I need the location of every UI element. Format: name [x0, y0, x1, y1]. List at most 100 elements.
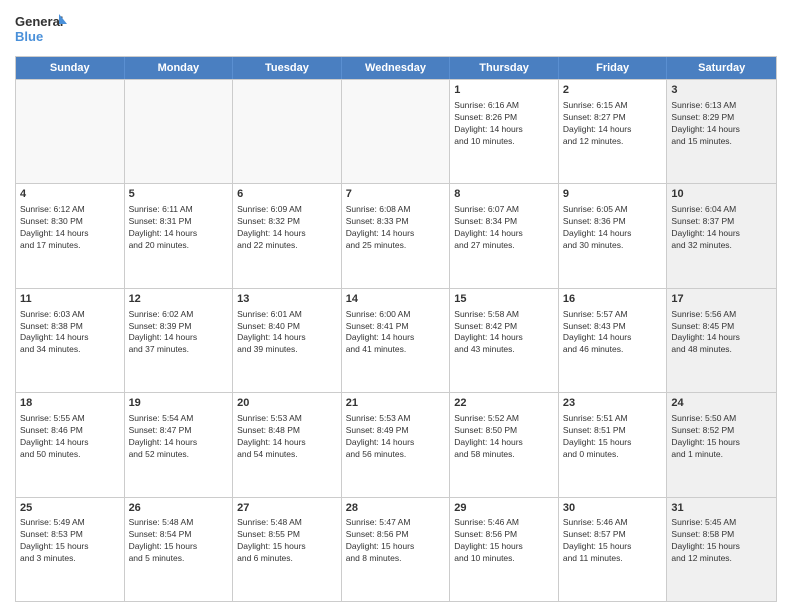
cell-info: Sunrise: 6:12 AM Sunset: 8:30 PM Dayligh… [20, 204, 120, 252]
calendar-cell: 15Sunrise: 5:58 AM Sunset: 8:42 PM Dayli… [450, 289, 559, 392]
day-headers: SundayMondayTuesdayWednesdayThursdayFrid… [16, 57, 776, 79]
calendar-cell: 26Sunrise: 5:48 AM Sunset: 8:54 PM Dayli… [125, 498, 234, 601]
page: General Blue SundayMondayTuesdayWednesda… [0, 0, 792, 612]
calendar-cell: 8Sunrise: 6:07 AM Sunset: 8:34 PM Daylig… [450, 184, 559, 287]
cell-info: Sunrise: 6:05 AM Sunset: 8:36 PM Dayligh… [563, 204, 663, 252]
cell-date: 26 [129, 501, 229, 516]
cell-info: Sunrise: 6:02 AM Sunset: 8:39 PM Dayligh… [129, 309, 229, 357]
cell-info: Sunrise: 6:08 AM Sunset: 8:33 PM Dayligh… [346, 204, 446, 252]
cell-date: 11 [20, 292, 120, 307]
calendar-cell: 1 Sunrise: 6:16 AM Sunset: 8:26 PM Daylig… [450, 80, 559, 183]
cell-info: Sunrise: 5:47 AM Sunset: 8:56 PM Dayligh… [346, 517, 446, 565]
cell-info: Sunrise: 6:01 AM Sunset: 8:40 PM Dayligh… [237, 309, 337, 357]
calendar-cell [125, 80, 234, 183]
week-row-3: 11 Sunrise: 6:03 AM Sunset: 8:38 PM Dayli… [16, 288, 776, 392]
cell-date: 7 [346, 187, 446, 202]
cell-info: Sunrise: 6:16 AM Sunset: 8:26 PM Dayligh… [454, 100, 554, 148]
calendar-cell: 3 Sunrise: 6:13 AM Sunset: 8:29 PM Daylig… [667, 80, 776, 183]
cell-date: 15 [454, 292, 554, 307]
weeks-container: 1 Sunrise: 6:16 AM Sunset: 8:26 PM Daylig… [16, 79, 776, 601]
cell-date: 2 [563, 83, 663, 98]
cell-date: 30 [563, 501, 663, 516]
logo: General Blue [15, 10, 67, 48]
calendar-cell: 29Sunrise: 5:46 AM Sunset: 8:56 PM Dayli… [450, 498, 559, 601]
calendar-cell: 31Sunrise: 5:45 AM Sunset: 8:58 PM Dayli… [667, 498, 776, 601]
cell-info: Sunrise: 6:00 AM Sunset: 8:41 PM Dayligh… [346, 309, 446, 357]
cell-date: 21 [346, 396, 446, 411]
cell-info: Sunrise: 6:11 AM Sunset: 8:31 PM Dayligh… [129, 204, 229, 252]
calendar-cell: 17 Sunrise: 5:56 AM Sunset: 8:45 PM Dayli… [667, 289, 776, 392]
cell-info: Sunrise: 5:48 AM Sunset: 8:54 PM Dayligh… [129, 517, 229, 565]
cell-date: 12 [129, 292, 229, 307]
calendar-cell: 20 Sunrise: 5:53 AM Sunset: 8:48 PM Dayli… [233, 393, 342, 496]
day-header-friday: Friday [559, 57, 668, 79]
header: General Blue [15, 10, 777, 48]
cell-info: Sunrise: 5:45 AM Sunset: 8:58 PM Dayligh… [671, 517, 772, 565]
calendar-cell: 18 Sunrise: 5:55 AM Sunset: 8:46 PM Dayli… [16, 393, 125, 496]
cell-date: 4 [20, 187, 120, 202]
cell-date: 28 [346, 501, 446, 516]
cell-date: 3 [671, 83, 772, 98]
cell-info: Sunrise: 6:09 AM Sunset: 8:32 PM Dayligh… [237, 204, 337, 252]
cell-info: Sunrise: 5:52 AM Sunset: 8:50 PM Dayligh… [454, 413, 554, 461]
cell-date: 9 [563, 187, 663, 202]
calendar-cell: 5 Sunrise: 6:11 AM Sunset: 8:31 PM Daylig… [125, 184, 234, 287]
calendar-cell [342, 80, 451, 183]
cell-info: Sunrise: 5:53 AM Sunset: 8:49 PM Dayligh… [346, 413, 446, 461]
calendar-cell: 24Sunrise: 5:50 AM Sunset: 8:52 PM Dayli… [667, 393, 776, 496]
cell-info: Sunrise: 5:50 AM Sunset: 8:52 PM Dayligh… [671, 413, 772, 461]
week-row-1: 1 Sunrise: 6:16 AM Sunset: 8:26 PM Daylig… [16, 79, 776, 183]
cell-info: Sunrise: 5:57 AM Sunset: 8:43 PM Dayligh… [563, 309, 663, 357]
cell-info: Sunrise: 6:04 AM Sunset: 8:37 PM Dayligh… [671, 204, 772, 252]
cell-info: Sunrise: 5:54 AM Sunset: 8:47 PM Dayligh… [129, 413, 229, 461]
cell-info: Sunrise: 5:49 AM Sunset: 8:53 PM Dayligh… [20, 517, 120, 565]
cell-info: Sunrise: 5:56 AM Sunset: 8:45 PM Dayligh… [671, 309, 772, 357]
cell-date: 18 [20, 396, 120, 411]
day-header-tuesday: Tuesday [233, 57, 342, 79]
cell-date: 22 [454, 396, 554, 411]
calendar-cell: 4 Sunrise: 6:12 AM Sunset: 8:30 PM Daylig… [16, 184, 125, 287]
cell-date: 5 [129, 187, 229, 202]
day-header-thursday: Thursday [450, 57, 559, 79]
calendar-cell: 9 Sunrise: 6:05 AM Sunset: 8:36 PM Daylig… [559, 184, 668, 287]
calendar-cell: 21 Sunrise: 5:53 AM Sunset: 8:49 PM Dayli… [342, 393, 451, 496]
cell-date: 25 [20, 501, 120, 516]
calendar-cell: 16 Sunrise: 5:57 AM Sunset: 8:43 PM Dayli… [559, 289, 668, 392]
cell-date: 1 [454, 83, 554, 98]
cell-date: 27 [237, 501, 337, 516]
day-header-saturday: Saturday [667, 57, 776, 79]
week-row-4: 18 Sunrise: 5:55 AM Sunset: 8:46 PM Dayli… [16, 392, 776, 496]
cell-date: 8 [454, 187, 554, 202]
svg-text:Blue: Blue [15, 29, 43, 44]
cell-info: Sunrise: 5:46 AM Sunset: 8:57 PM Dayligh… [563, 517, 663, 565]
cell-info: Sunrise: 5:53 AM Sunset: 8:48 PM Dayligh… [237, 413, 337, 461]
cell-date: 29 [454, 501, 554, 516]
week-row-2: 4 Sunrise: 6:12 AM Sunset: 8:30 PM Daylig… [16, 183, 776, 287]
calendar-cell: 11 Sunrise: 6:03 AM Sunset: 8:38 PM Dayli… [16, 289, 125, 392]
calendar-cell [16, 80, 125, 183]
calendar-cell: 2 Sunrise: 6:15 AM Sunset: 8:27 PM Daylig… [559, 80, 668, 183]
cell-info: Sunrise: 5:55 AM Sunset: 8:46 PM Dayligh… [20, 413, 120, 461]
cell-info: Sunrise: 6:13 AM Sunset: 8:29 PM Dayligh… [671, 100, 772, 148]
cell-date: 23 [563, 396, 663, 411]
svg-text:General: General [15, 14, 63, 29]
calendar-cell: 19Sunrise: 5:54 AM Sunset: 8:47 PM Dayli… [125, 393, 234, 496]
cell-info: Sunrise: 6:03 AM Sunset: 8:38 PM Dayligh… [20, 309, 120, 357]
cell-date: 17 [671, 292, 772, 307]
day-header-wednesday: Wednesday [342, 57, 451, 79]
cell-info: Sunrise: 5:51 AM Sunset: 8:51 PM Dayligh… [563, 413, 663, 461]
calendar-cell: 25Sunrise: 5:49 AM Sunset: 8:53 PM Dayli… [16, 498, 125, 601]
cell-info: Sunrise: 5:48 AM Sunset: 8:55 PM Dayligh… [237, 517, 337, 565]
logo-svg: General Blue [15, 10, 67, 48]
cell-info: Sunrise: 6:15 AM Sunset: 8:27 PM Dayligh… [563, 100, 663, 148]
cell-date: 20 [237, 396, 337, 411]
calendar-cell: 22 Sunrise: 5:52 AM Sunset: 8:50 PM Dayli… [450, 393, 559, 496]
calendar-cell: 12 Sunrise: 6:02 AM Sunset: 8:39 PM Dayli… [125, 289, 234, 392]
cell-date: 16 [563, 292, 663, 307]
calendar-cell: 10Sunrise: 6:04 AM Sunset: 8:37 PM Dayli… [667, 184, 776, 287]
calendar-cell: 27Sunrise: 5:48 AM Sunset: 8:55 PM Dayli… [233, 498, 342, 601]
calendar-cell: 7 Sunrise: 6:08 AM Sunset: 8:33 PM Daylig… [342, 184, 451, 287]
calendar-cell: 28Sunrise: 5:47 AM Sunset: 8:56 PM Dayli… [342, 498, 451, 601]
cell-date: 6 [237, 187, 337, 202]
cell-date: 14 [346, 292, 446, 307]
